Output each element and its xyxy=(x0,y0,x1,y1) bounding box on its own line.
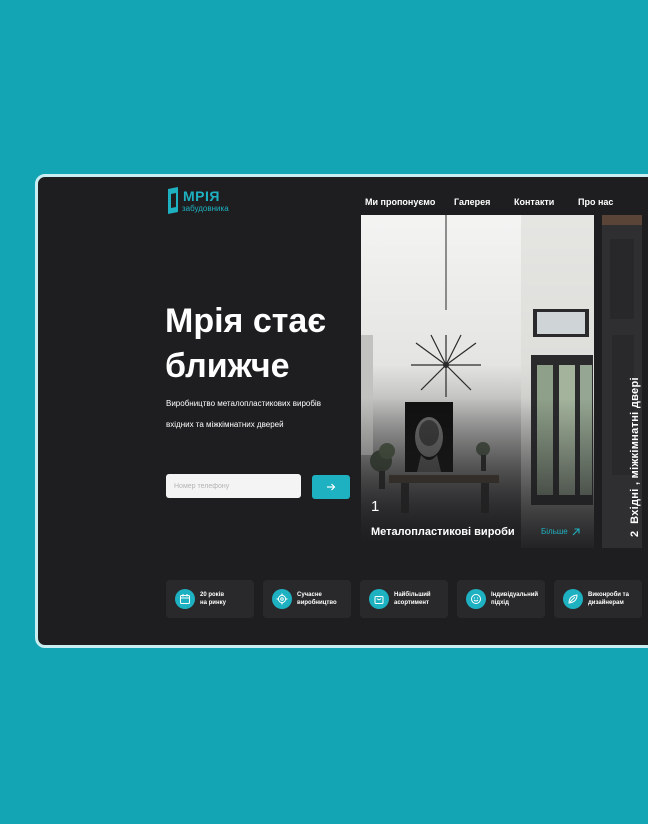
nav-item-gallery[interactable]: Галерея xyxy=(454,197,490,207)
browser-frame: МРІЯ забудовника Ми пропонуємо Галерея К… xyxy=(35,174,648,648)
arrow-up-right-icon xyxy=(572,527,580,535)
feature-label-line-2: виробництво xyxy=(297,600,337,606)
logo-subtitle: забудовника xyxy=(182,204,229,213)
feature-label-line-2: на ринку xyxy=(200,600,226,606)
hero-subtitle: Виробництво металопластикових виробів вх… xyxy=(166,393,321,435)
card-side-label: 2 Вхідні , міжкімнатні двері xyxy=(629,377,641,537)
hero-title-line-2: ближче xyxy=(165,347,290,385)
logo-title: МРІЯ xyxy=(183,188,220,204)
card-main-title: Металопластикові вироби xyxy=(371,526,515,538)
arrow-right-icon xyxy=(327,483,336,491)
submit-button[interactable] xyxy=(312,475,350,499)
hero-subtitle-line-2: вхідних та міжкімнатних дверей xyxy=(166,420,284,429)
logo[interactable]: МРІЯ забудовника xyxy=(168,187,238,219)
feature-label: Найбільший асортимент xyxy=(394,591,446,607)
gear-icon xyxy=(272,589,292,609)
feature-label: 20 років на ринку xyxy=(200,591,252,607)
card-side-number: 2 xyxy=(629,530,641,537)
feature-years: 20 років на ринку xyxy=(166,580,254,618)
feature-label-line-1: 20 років xyxy=(200,592,225,598)
nav-item-offers[interactable]: Ми пропонуємо xyxy=(365,197,435,207)
calendar-icon xyxy=(175,589,195,609)
card-more-label: Більше xyxy=(541,527,568,536)
feature-assortment: Найбільший асортимент xyxy=(360,580,448,618)
feature-label: Виконроби та дизайнерам xyxy=(588,591,640,607)
feature-label-line-1: Виконроби та xyxy=(588,592,629,598)
smile-icon xyxy=(466,589,486,609)
card-more-link[interactable]: Більше xyxy=(541,527,580,536)
feature-label: Сучасне виробництво xyxy=(297,591,349,607)
feature-designers: Виконроби та дизайнерам xyxy=(554,580,642,618)
feature-label-line-2: дизайнерам xyxy=(588,600,624,606)
nav-item-contacts[interactable]: Контакти xyxy=(514,197,554,207)
feature-label-line-2: підхід xyxy=(491,600,509,606)
feature-individual: Індивідуальний підхід xyxy=(457,580,545,618)
logo-door-icon xyxy=(168,187,178,214)
nav-item-about[interactable]: Про нас xyxy=(578,197,613,207)
card-metal-plastic[interactable] xyxy=(361,215,594,548)
phone-input[interactable] xyxy=(166,474,301,498)
feature-label-line-1: Індивідуальний xyxy=(491,592,539,598)
feature-label-line-2: асортимент xyxy=(394,600,429,606)
feature-production: Сучасне виробництво xyxy=(263,580,351,618)
interior-photo xyxy=(361,215,594,548)
feature-label-line-1: Сучасне xyxy=(297,592,322,598)
hero-subtitle-line-1: Виробництво металопластикових виробів xyxy=(166,399,321,408)
feature-label-line-1: Найбільший xyxy=(394,592,431,598)
card-main-number: 1 xyxy=(371,498,380,515)
hero-title: Мрія стає ближче xyxy=(165,299,326,389)
hero-title-line-1: Мрія стає xyxy=(165,302,327,340)
card-side-title: Вхідні , міжкімнатні двері xyxy=(629,377,641,524)
feature-label: Індивідуальний підхід xyxy=(491,591,543,607)
shopping-bag-icon xyxy=(369,589,389,609)
leaf-icon xyxy=(563,589,583,609)
